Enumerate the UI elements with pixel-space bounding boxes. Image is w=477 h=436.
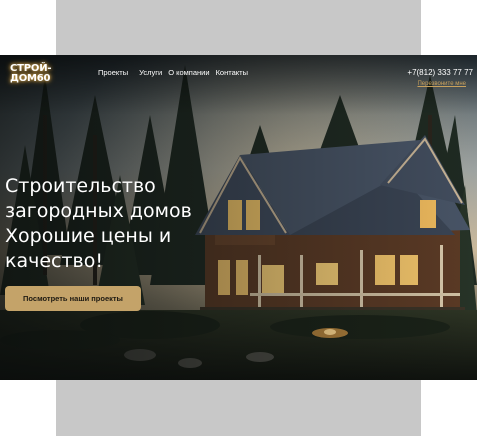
callback-link[interactable]: Перезвоните мне [417, 81, 466, 87]
hero-headline-line-3: Хорошие цены и [5, 225, 172, 247]
hero-headline-line-2: загородных домов [5, 200, 192, 222]
hero-headline-line-1: Строительство [5, 175, 156, 197]
nav-item-contacts[interactable]: Контакты [216, 68, 248, 77]
nav-item-services[interactable]: Услуги [139, 68, 162, 77]
nav-item-projects[interactable]: Проекты [98, 68, 128, 77]
logo-line-2: ДОМ60 [10, 73, 51, 84]
phone-number[interactable]: +7(812) 333 77 77 [407, 68, 473, 77]
nav-item-about[interactable]: О компании [168, 68, 209, 77]
hero-headline-line-4: качество! [5, 250, 103, 272]
site-logo[interactable]: СТРОЙ- ДОМ60 [10, 64, 52, 84]
hero-headline: Строительство загородных домов Хорошие ц… [5, 174, 192, 274]
hero-section: СТРОЙ- ДОМ60 Проекты Услуги О компании К… [0, 55, 477, 380]
view-projects-button[interactable]: Посмотреть наши проекты [5, 286, 141, 311]
main-nav: Проекты Услуги О компании Контакты [98, 68, 259, 77]
